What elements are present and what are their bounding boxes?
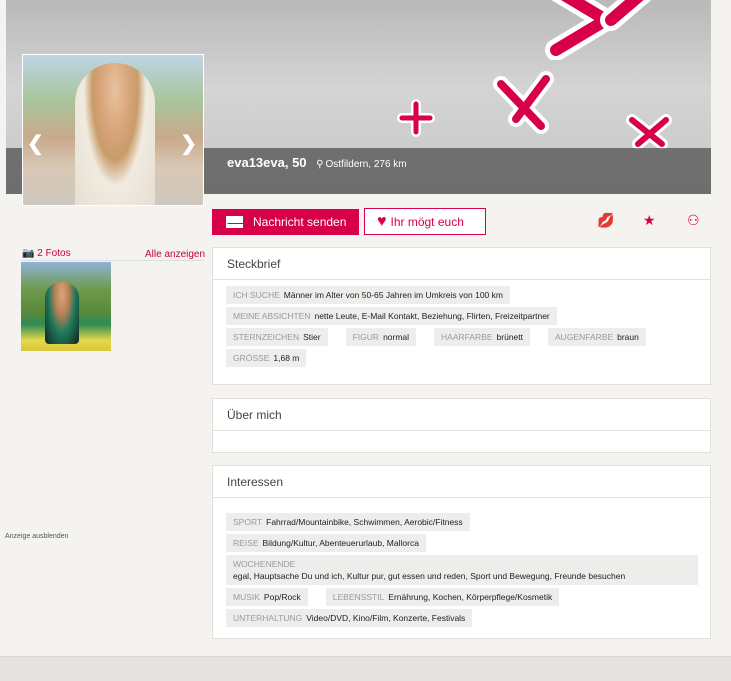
favorite-star-icon[interactable]: ★ (643, 212, 656, 229)
interest-tag: Unterhaltung Video/DVD, Kino/Film, Konzer… (226, 609, 473, 627)
location-text: Ostfildern, 276 km (325, 159, 407, 170)
mutual-like-button[interactable]: ♥ Ihr mögt euch (364, 208, 486, 235)
photo-count-label: 2 Fotos (37, 248, 71, 259)
attribute-tag: Meine Absichten nette Leute, E-Mail Konta… (226, 307, 557, 325)
about-me-panel: Über mich (212, 398, 711, 453)
steckbrief-panel: Steckbrief Ich suche Männer im Alter von … (212, 247, 711, 385)
send-message-label: Nachricht senden (253, 215, 347, 229)
kiss-icon[interactable]: 💋 (597, 212, 614, 229)
profile-location: ⚲ Ostfildern, 276 km (316, 159, 406, 170)
profile-name-age: eva13eva, 50 (227, 155, 307, 170)
page-footer (0, 656, 731, 681)
divider (22, 260, 204, 261)
steckbrief-row: Meine Absichten nette Leute, E-Mail Konta… (226, 307, 698, 325)
interest-tag: Lebensstil Ernährung, Kochen, Körperpfleg… (325, 588, 560, 606)
attribute-tag: Ich suche Männer im Alter von 50-65 Jahre… (226, 286, 510, 304)
send-message-button[interactable]: Nachricht senden (212, 209, 359, 235)
photo-person (75, 63, 155, 205)
interest-tag: Musik Pop/Rock (226, 588, 308, 606)
main-profile-photo[interactable]: ❮ ❯ (22, 54, 204, 206)
photo-thumbnail[interactable] (21, 262, 111, 351)
attribute-tag: Sternzeichen Stier (226, 328, 328, 346)
interests-row: Sport Fahrrad/Mountainbike, Schwimmen, Ae… (226, 513, 698, 531)
interests-title: Interessen (213, 466, 710, 498)
attribute-tag: Augenfarbe braun (548, 328, 646, 346)
hearts-icon: ♥ (377, 212, 387, 230)
banner-decoration-icon (536, 0, 666, 60)
interests-row: Musik Pop/Rock Lebensstil Ernährung, Koche… (226, 588, 698, 606)
steckbrief-row: Sternzeichen Stier Figur normal Haarfarbe b… (226, 328, 698, 346)
steckbrief-body: Ich suche Männer im Alter von 50-65 Jahre… (213, 280, 710, 367)
prev-photo-arrow-icon[interactable]: ❮ (27, 131, 44, 156)
about-me-title: Über mich (213, 399, 710, 431)
attribute-tag: Haarfarbe brünett (434, 328, 531, 346)
hide-ad-link[interactable]: Anzeige ausblenden (5, 533, 68, 540)
next-photo-arrow-icon[interactable]: ❯ (180, 131, 197, 156)
interest-tag: Reise Bildung/Kultur, Abenteuerurlaub, Ma… (226, 534, 426, 552)
interests-row: Reise Bildung/Kultur, Abenteuerurlaub, Ma… (226, 534, 698, 552)
attribute-tag: Figur normal (345, 328, 417, 346)
camera-icon: 📷 (22, 248, 35, 259)
envelope-icon (226, 216, 244, 228)
interests-row: Unterhaltung Video/DVD, Kino/Film, Konzer… (226, 609, 698, 627)
interest-tag: Sport Fahrrad/Mountainbike, Schwimmen, Ae… (226, 513, 470, 531)
banner-decoration-icon (394, 96, 438, 140)
banner-decoration-icon (486, 64, 566, 144)
steckbrief-row: Ich suche Männer im Alter von 50-65 Jahre… (226, 286, 698, 304)
interest-tag: Wochenende egal, Hauptsache Du und ich, K… (226, 555, 698, 585)
interests-panel: Interessen Sport Fahrrad/Mountainbike, Sc… (212, 465, 711, 639)
add-contact-icon[interactable]: ⚇ (687, 212, 700, 229)
photo-count-link[interactable]: 📷 2 Fotos (22, 248, 71, 259)
steckbrief-title: Steckbrief (213, 248, 710, 280)
mutual-like-label: Ihr mögt euch (390, 214, 464, 229)
location-pin-icon: ⚲ (316, 159, 324, 170)
interests-row: Wochenende egal, Hauptsache Du und ich, K… (226, 555, 698, 585)
interests-body: Sport Fahrrad/Mountainbike, Schwimmen, Ae… (213, 498, 710, 627)
show-all-photos-link[interactable]: Alle anzeigen (145, 249, 205, 260)
attribute-tag: Grösse 1,68 m (226, 349, 307, 367)
profile-headline: eva13eva, 50 ⚲ Ostfildern, 276 km (227, 155, 407, 170)
steckbrief-row: Grösse 1,68 m (226, 349, 698, 367)
